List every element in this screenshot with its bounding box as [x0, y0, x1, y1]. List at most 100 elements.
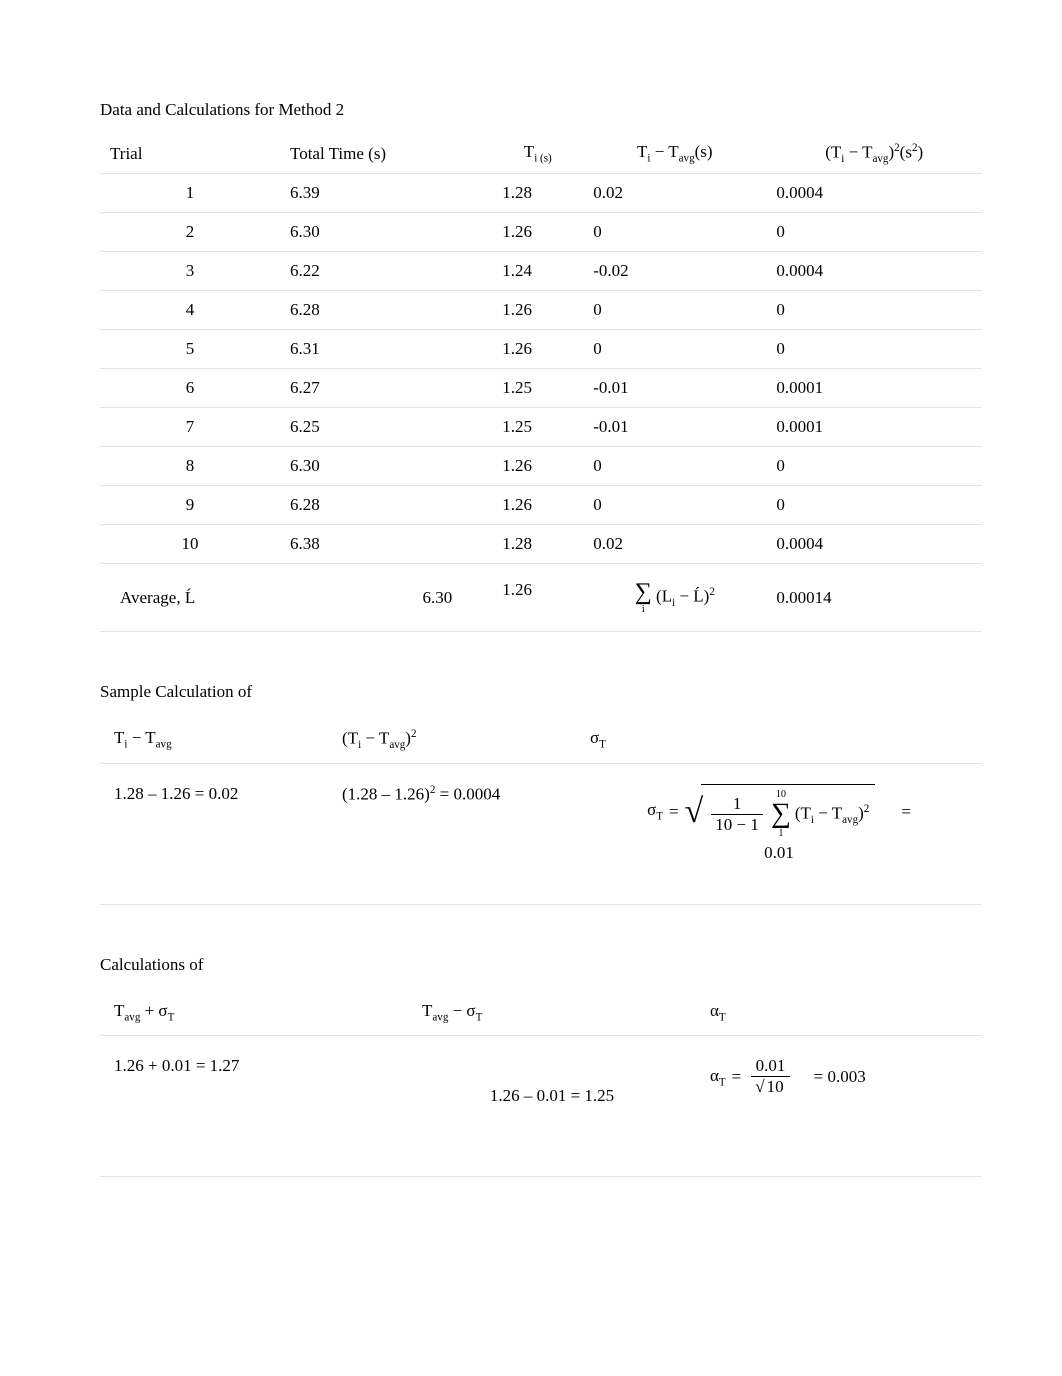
cc-h2-s2: T	[476, 1011, 483, 1023]
sc-h3-sig: σ	[590, 728, 599, 747]
frac-one-over-nminus1: 1 10 − 1	[711, 794, 763, 835]
sc-h3-sub: T	[599, 738, 606, 750]
col-header-sq: (Ti − Tavg)2(s2)	[766, 134, 982, 174]
sigma-icon: 10 ∑ 1	[771, 789, 791, 839]
alpha-frac: 0.01 √10	[751, 1056, 789, 1097]
section-title-sample: Sample Calculation of	[100, 682, 982, 702]
h5-mid: − T	[844, 143, 872, 162]
cell-diff: 0	[583, 291, 766, 330]
cc-den-pre: √	[755, 1077, 764, 1096]
cell-diff: -0.01	[583, 369, 766, 408]
cell-diff: 0.02	[583, 525, 766, 564]
sc-c3: σT = √ 1 10 − 1 10 ∑	[576, 764, 982, 905]
cell-diff: -0.01	[583, 408, 766, 447]
cell-sq: 0.0004	[766, 252, 982, 291]
cell-sq: 0.0004	[766, 525, 982, 564]
h5-pre: T	[831, 143, 841, 162]
cell-trial: 5	[100, 330, 280, 369]
cc-h1: Tavg + σT	[100, 989, 408, 1036]
cell-ti: 1.25	[492, 408, 583, 447]
table-row: 86.301.2600	[100, 447, 982, 486]
cell-ti: 1.28	[492, 174, 583, 213]
sqrt-icon: √ 1 10 − 1 10 ∑ 1	[685, 784, 876, 839]
avg-sum-mid: − Ĺ)	[675, 586, 709, 605]
cell-sq: 0	[766, 486, 982, 525]
col-header-ti: Ti (s)	[492, 134, 583, 174]
cell-sq: 0	[766, 291, 982, 330]
cell-trial: 7	[100, 408, 280, 447]
cc-c1: 1.26 + 0.01 = 1.27	[100, 1036, 408, 1177]
avg-sq: 0.00014	[766, 564, 982, 632]
term-e: 2	[864, 803, 870, 815]
sc-h1: Ti − Tavg	[100, 716, 328, 764]
term-mid: − T	[814, 803, 842, 822]
cell-total: 6.30	[280, 447, 492, 486]
ti-base: T	[524, 142, 534, 161]
avg-sum-exp: 2	[709, 586, 715, 598]
sc-c2-post: = 0.0004	[435, 785, 500, 804]
cell-trial: 4	[100, 291, 280, 330]
sc-c2-base: (1.28 – 1.26)	[342, 785, 430, 804]
cc-eq: =	[732, 1067, 742, 1087]
frac-den: 10 − 1	[711, 814, 763, 835]
cell-total: 6.38	[280, 525, 492, 564]
cell-trial: 9	[100, 486, 280, 525]
sc-result: 0.01	[590, 843, 968, 863]
cc-c3: αT = 0.01 √10 = 0.003	[696, 1036, 982, 1177]
h4-pre: T	[637, 142, 647, 161]
cell-ti: 1.26	[492, 330, 583, 369]
cc-h3: αT	[696, 989, 982, 1036]
sc-c1: 1.28 – 1.26 = 0.02	[100, 764, 328, 905]
cc-num: 0.01	[752, 1056, 790, 1076]
cc-h2-pre: T	[422, 1001, 432, 1020]
cc-h2-s: avg	[432, 1011, 448, 1023]
sc-lhs: σ	[647, 800, 656, 819]
sc-eq2: =	[901, 802, 911, 822]
cell-sq: 0	[766, 213, 982, 252]
cell-total: 6.27	[280, 369, 492, 408]
cc-h1-mid: + σ	[140, 1001, 167, 1020]
cell-total: 6.31	[280, 330, 492, 369]
sc-h2-mid: − T	[361, 729, 389, 748]
calc-table: Tavg + σT Tavg − σT αT 1.26 + 0.01 = 1.2…	[100, 989, 982, 1177]
cc-h1-s: avg	[124, 1011, 140, 1023]
sc-eq1: =	[669, 802, 679, 822]
section-title-calc: Calculations of	[100, 955, 982, 975]
avg-ti: 1.26	[492, 564, 583, 632]
sc-h3: σT	[576, 716, 982, 764]
cell-total: 6.28	[280, 291, 492, 330]
cc-h1-pre: T	[114, 1001, 124, 1020]
col-header-diff: Ti − Tavg(s)	[583, 134, 766, 174]
data-table-method2: Trial Total Time (s) Ti (s) Ti − Tavg(s)…	[100, 134, 982, 632]
table-row: 106.381.280.020.0004	[100, 525, 982, 564]
sc-h2-pre: T	[348, 729, 358, 748]
cell-sq: 0.0001	[766, 408, 982, 447]
cell-total: 6.22	[280, 252, 492, 291]
ti-sub: i (s)	[534, 153, 552, 165]
cell-total: 6.28	[280, 486, 492, 525]
table-row: 96.281.2600	[100, 486, 982, 525]
term-s2: avg	[842, 814, 858, 826]
sc-h2-e: 2	[411, 728, 417, 740]
cc-h1-s2: T	[168, 1011, 175, 1023]
table-row: 26.301.2600	[100, 213, 982, 252]
cell-diff: 0	[583, 486, 766, 525]
cell-diff: 0	[583, 213, 766, 252]
table-row: 66.271.25-0.010.0001	[100, 369, 982, 408]
cell-sq: 0.0004	[766, 174, 982, 213]
h5-u: (s	[900, 143, 912, 162]
table-row: 16.391.280.020.0004	[100, 174, 982, 213]
cc-eq2: = 0.003	[814, 1067, 866, 1087]
sc-lhs-sub: T	[656, 811, 663, 823]
cell-sq: 0	[766, 447, 982, 486]
avg-sum: ∑i (Li − Ĺ)2	[583, 564, 766, 632]
section-title-data: Data and Calculations for Method 2	[100, 100, 982, 120]
cell-trial: 8	[100, 447, 280, 486]
cc-c2: 1.26 – 0.01 = 1.25	[408, 1036, 696, 1177]
cell-trial: 2	[100, 213, 280, 252]
cell-ti: 1.28	[492, 525, 583, 564]
cc-den: 10	[765, 1076, 786, 1096]
col-header-total-time: Total Time (s)	[280, 134, 492, 174]
cell-ti: 1.26	[492, 447, 583, 486]
lim-bot: 1	[778, 828, 783, 839]
